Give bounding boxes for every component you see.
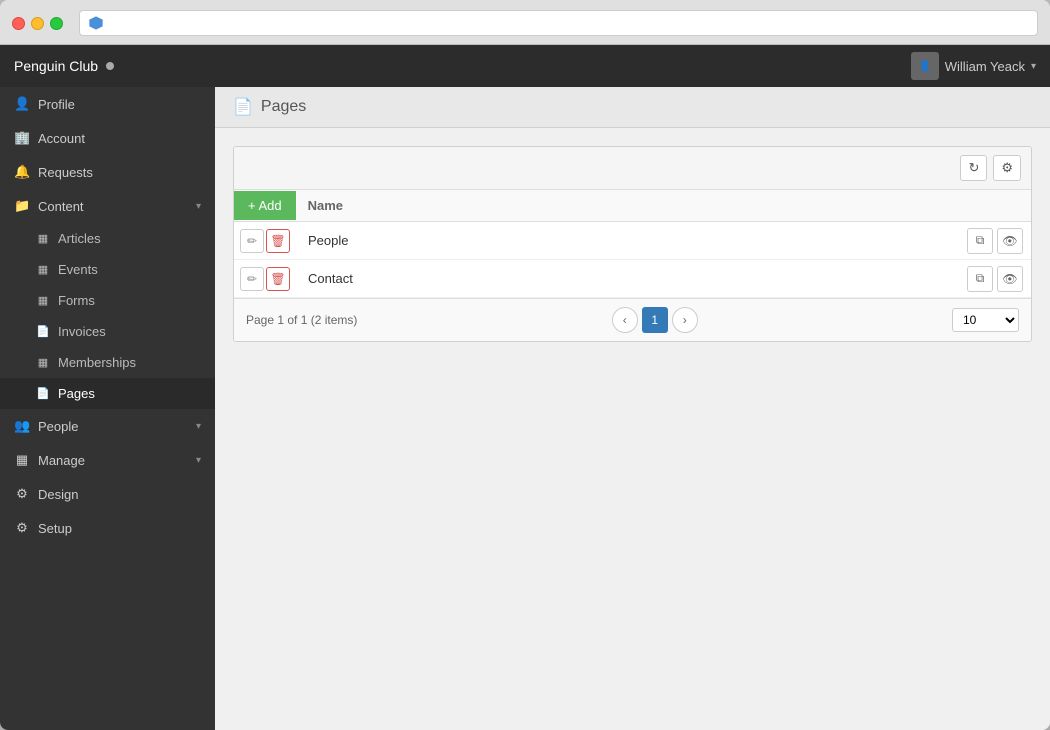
sidebar-item-forms[interactable]: ▦ Forms <box>0 285 215 316</box>
sidebar-item-setup[interactable]: ⚙ Setup <box>0 511 215 545</box>
browser-chrome <box>0 0 1050 45</box>
copy-button-people[interactable]: ⧉ <box>967 228 993 254</box>
sidebar-label-profile: Profile <box>38 97 201 112</box>
memberships-icon: ▦ <box>36 356 50 369</box>
row-actions-people: ✏ 🗑 <box>234 229 296 253</box>
per-page-dropdown[interactable]: 10 25 50 100 <box>952 308 1019 332</box>
sidebar-item-design[interactable]: ⚙ Design <box>0 477 215 511</box>
sidebar-item-requests[interactable]: 🔔 Requests <box>0 155 215 189</box>
app-container: Penguin Club 👤 William Yeack ▾ 👤 Profile <box>0 45 1050 730</box>
club-name: Penguin Club <box>14 58 98 74</box>
copy-button-contact[interactable]: ⧉ <box>967 266 993 292</box>
user-name: William Yeack <box>945 59 1025 74</box>
user-dropdown-arrow[interactable]: ▾ <box>1031 61 1036 72</box>
sidebar-item-profile[interactable]: 👤 Profile <box>0 87 215 121</box>
delete-button-people[interactable]: 🗑 <box>266 229 290 253</box>
forms-icon: ▦ <box>36 294 50 307</box>
sidebar-item-pages[interactable]: 📄 Pages <box>0 378 215 409</box>
events-icon: ▦ <box>36 263 50 276</box>
close-button[interactable] <box>12 17 25 30</box>
pagination-controls: ‹ 1 › <box>612 307 698 333</box>
account-icon: 🏢 <box>14 130 30 146</box>
table-row: ✏ 🗑 People ⧉ 👁 <box>234 222 1031 260</box>
sidebar-label-forms: Forms <box>58 293 95 308</box>
setup-icon: ⚙ <box>14 520 30 536</box>
view-button-contact[interactable]: 👁 <box>997 266 1023 292</box>
edit-button-contact[interactable]: ✏ <box>240 267 264 291</box>
row-name-contact: Contact <box>296 263 959 294</box>
status-dot <box>106 62 114 70</box>
content-arrow: ▾ <box>196 201 201 212</box>
prev-page-button[interactable]: ‹ <box>612 307 638 333</box>
main-layout: 👤 Profile 🏢 Account 🔔 Requests 📁 Content… <box>0 87 1050 730</box>
top-bar: Penguin Club 👤 William Yeack ▾ <box>0 45 1050 87</box>
articles-icon: ▦ <box>36 232 50 245</box>
pages-icon: 📄 <box>36 387 50 400</box>
sidebar-item-manage[interactable]: ▦ Manage ▾ <box>0 443 215 477</box>
table-toolbar: ↻ ⚙ <box>234 147 1031 190</box>
page-header: 📄 Pages <box>215 87 1050 128</box>
sidebar-item-events[interactable]: ▦ Events <box>0 254 215 285</box>
sidebar-label-invoices: Invoices <box>58 324 106 339</box>
sidebar-label-design: Design <box>38 487 201 502</box>
sidebar-label-articles: Articles <box>58 231 101 246</box>
sidebar-label-people: People <box>38 419 188 434</box>
address-bar[interactable] <box>79 10 1038 36</box>
browser-window: Penguin Club 👤 William Yeack ▾ 👤 Profile <box>0 0 1050 730</box>
sidebar-item-memberships[interactable]: ▦ Memberships <box>0 347 215 378</box>
delete-button-contact[interactable]: 🗑 <box>266 267 290 291</box>
sidebar-label-manage: Manage <box>38 453 188 468</box>
people-icon: 👥 <box>14 418 30 434</box>
per-page-select: 10 25 50 100 <box>952 308 1019 332</box>
top-bar-left: Penguin Club <box>14 58 114 74</box>
sidebar-item-account[interactable]: 🏢 Account <box>0 121 215 155</box>
content-area: 📄 Pages ↻ ⚙ + Add Name <box>215 87 1050 730</box>
manage-arrow: ▾ <box>196 455 201 466</box>
content-icon: 📁 <box>14 198 30 214</box>
sidebar-item-people[interactable]: 👥 People ▾ <box>0 409 215 443</box>
sidebar-label-events: Events <box>58 262 98 277</box>
row-name-people: People <box>296 225 959 256</box>
settings-button[interactable]: ⚙ <box>993 155 1021 181</box>
table-row: ✏ 🗑 Contact ⧉ 👁 <box>234 260 1031 298</box>
table-footer: Page 1 of 1 (2 items) ‹ 1 › 10 25 50 <box>234 298 1031 341</box>
next-page-button[interactable]: › <box>672 307 698 333</box>
row-right-actions-people: ⧉ 👁 <box>959 228 1031 254</box>
page-title: Pages <box>261 98 306 116</box>
row-actions-contact: ✏ 🗑 <box>234 267 296 291</box>
minimize-button[interactable] <box>31 17 44 30</box>
sidebar-item-invoices[interactable]: 📄 Invoices <box>0 316 215 347</box>
add-button[interactable]: + Add <box>234 191 296 220</box>
pagination-info: Page 1 of 1 (2 items) <box>246 313 357 327</box>
sidebar-item-content[interactable]: 📁 Content ▾ <box>0 189 215 223</box>
sidebar: 👤 Profile 🏢 Account 🔔 Requests 📁 Content… <box>0 87 215 730</box>
sidebar-label-account: Account <box>38 131 201 146</box>
design-icon: ⚙ <box>14 486 30 502</box>
table-header: + Add Name <box>234 190 1031 222</box>
top-bar-right: 👤 William Yeack ▾ <box>911 52 1036 80</box>
page-header-icon: 📄 <box>233 97 253 117</box>
data-table: ↻ ⚙ + Add Name ✏ 🗑 <box>233 146 1032 342</box>
row-right-actions-contact: ⧉ 👁 <box>959 266 1031 292</box>
sidebar-label-setup: Setup <box>38 521 201 536</box>
maximize-button[interactable] <box>50 17 63 30</box>
refresh-button[interactable]: ↻ <box>960 155 987 181</box>
sidebar-label-memberships: Memberships <box>58 355 136 370</box>
content-inner: ↻ ⚙ + Add Name ✏ 🗑 <box>215 128 1050 360</box>
sidebar-label-requests: Requests <box>38 165 201 180</box>
invoices-icon: 📄 <box>36 325 50 338</box>
user-avatar: 👤 <box>911 52 939 80</box>
sidebar-item-articles[interactable]: ▦ Articles <box>0 223 215 254</box>
requests-icon: 🔔 <box>14 164 30 180</box>
sidebar-label-pages: Pages <box>58 386 95 401</box>
site-icon <box>88 15 104 31</box>
sidebar-label-content: Content <box>38 199 188 214</box>
column-header-name: Name <box>296 190 1031 221</box>
people-arrow: ▾ <box>196 421 201 432</box>
manage-icon: ▦ <box>14 452 30 468</box>
profile-icon: 👤 <box>14 96 30 112</box>
view-button-people[interactable]: 👁 <box>997 228 1023 254</box>
edit-button-people[interactable]: ✏ <box>240 229 264 253</box>
current-page: 1 <box>642 307 668 333</box>
